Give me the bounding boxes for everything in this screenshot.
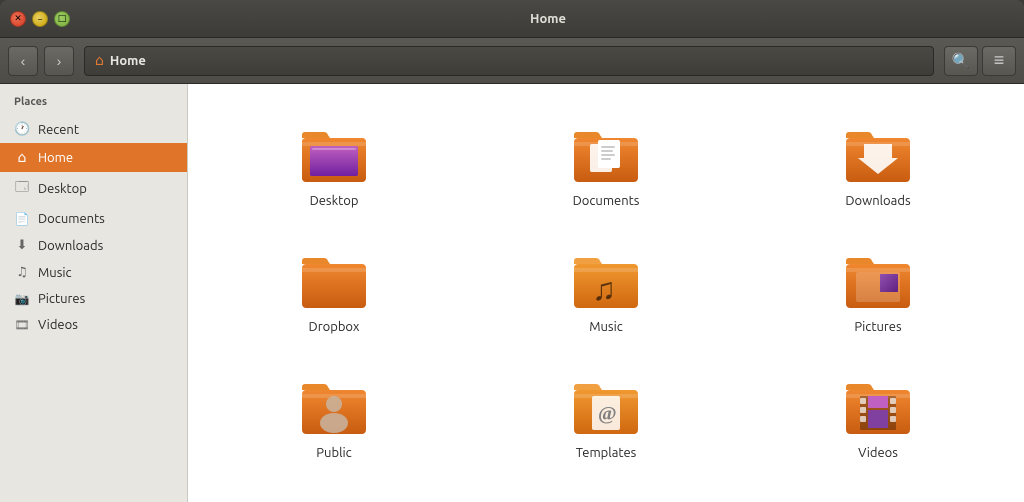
templates-folder-icon: @	[570, 368, 642, 440]
file-item-pictures[interactable]: Pictures	[742, 230, 1014, 346]
music-label: Music	[589, 320, 623, 334]
file-item-videos[interactable]: Videos	[742, 356, 1014, 472]
toolbar: ‹ › ⌂ Home 🔍 ≡	[0, 38, 1024, 84]
back-button[interactable]: ‹	[8, 46, 38, 76]
desktop-label: Desktop	[310, 194, 359, 208]
videos-folder-icon	[842, 368, 914, 440]
close-icon: ✕	[14, 13, 22, 24]
sidebar-label-home: Home	[38, 151, 73, 165]
sidebar-label-pictures: Pictures	[38, 292, 85, 306]
close-button[interactable]: ✕	[10, 11, 26, 27]
desktop-folder-icon	[298, 116, 370, 188]
sidebar-label-music: Music	[38, 266, 72, 280]
sidebar-item-desktop[interactable]: 🗔 Desktop	[0, 172, 187, 206]
downloads-icon: ⬇	[14, 238, 30, 253]
dropbox-folder-icon	[298, 242, 370, 314]
back-icon: ‹	[21, 53, 26, 69]
minimize-button[interactable]: −	[32, 11, 48, 27]
sidebar-label-downloads: Downloads	[38, 239, 103, 253]
desktop-icon: 🗔	[14, 178, 30, 200]
sidebar-item-home[interactable]: ⌂ Home	[0, 143, 187, 172]
sidebar-label-documents: Documents	[38, 212, 105, 226]
public-folder-icon	[298, 368, 370, 440]
maximize-button[interactable]: □	[54, 11, 70, 27]
templates-label: Templates	[576, 446, 637, 460]
sidebar-item-pictures[interactable]: 📷 Pictures	[0, 286, 187, 312]
forward-button[interactable]: ›	[44, 46, 74, 76]
forward-icon: ›	[57, 53, 62, 69]
svg-text:♫: ♫	[592, 271, 616, 307]
titlebar-buttons: ✕ − □	[10, 11, 70, 27]
sidebar-section-title: Places	[0, 96, 187, 116]
hamburger-icon: ≡	[994, 50, 1005, 71]
sidebar-label-desktop: Desktop	[38, 182, 87, 196]
pictures-label: Pictures	[854, 320, 901, 334]
home-icon: ⌂	[95, 52, 104, 69]
window-title: Home	[82, 12, 1014, 26]
sidebar-item-recent[interactable]: 🕐 Recent	[0, 116, 187, 143]
downloads-folder-icon	[842, 116, 914, 188]
search-button[interactable]: 🔍	[944, 46, 978, 76]
file-item-documents[interactable]: Documents	[470, 104, 742, 220]
sidebar: Places 🕐 Recent ⌂ Home 🗔 Desktop 📄 Docum…	[0, 84, 188, 502]
downloads-label: Downloads	[845, 194, 910, 208]
file-area: Desktop	[188, 84, 1024, 502]
toolbar-right: 🔍 ≡	[944, 46, 1016, 76]
videos-icon: 🎞	[14, 318, 30, 332]
sidebar-label-videos: Videos	[38, 318, 78, 332]
public-label: Public	[316, 446, 351, 460]
titlebar: ✕ − □ Home	[0, 0, 1024, 38]
pictures-folder-icon	[842, 242, 914, 314]
svg-text:@: @	[598, 403, 617, 425]
documents-label: Documents	[573, 194, 640, 208]
menu-button[interactable]: ≡	[982, 46, 1016, 76]
maximize-icon: □	[58, 13, 67, 24]
recent-icon: 🕐	[14, 122, 30, 137]
file-item-desktop[interactable]: Desktop	[198, 104, 470, 220]
home-sidebar-icon: ⌂	[14, 149, 30, 166]
main-layout: Places 🕐 Recent ⌂ Home 🗔 Desktop 📄 Docum…	[0, 84, 1024, 502]
sidebar-item-downloads[interactable]: ⬇ Downloads	[0, 232, 187, 259]
location-bar[interactable]: ⌂ Home	[84, 46, 934, 76]
music-folder-icon: ♫	[570, 242, 642, 314]
dropbox-label: Dropbox	[309, 320, 360, 334]
file-item-templates[interactable]: @ Templates	[470, 356, 742, 472]
file-item-dropbox[interactable]: Dropbox	[198, 230, 470, 346]
sidebar-item-videos[interactable]: 🎞 Videos	[0, 312, 187, 338]
documents-icon: 📄	[14, 212, 30, 226]
file-item-music[interactable]: ♫ Music	[470, 230, 742, 346]
file-item-public[interactable]: Public	[198, 356, 470, 472]
sidebar-item-music[interactable]: ♫ Music	[0, 259, 187, 286]
location-text: Home	[110, 54, 146, 68]
documents-folder-icon	[570, 116, 642, 188]
sidebar-label-recent: Recent	[38, 123, 79, 137]
minimize-icon: −	[37, 14, 42, 24]
file-grid: Desktop	[198, 104, 1014, 472]
sidebar-item-documents[interactable]: 📄 Documents	[0, 206, 187, 232]
file-item-downloads[interactable]: Downloads	[742, 104, 1014, 220]
search-icon: 🔍	[952, 52, 971, 70]
videos-label: Videos	[858, 446, 898, 460]
music-icon: ♫	[14, 265, 30, 280]
pictures-icon: 📷	[14, 292, 30, 306]
